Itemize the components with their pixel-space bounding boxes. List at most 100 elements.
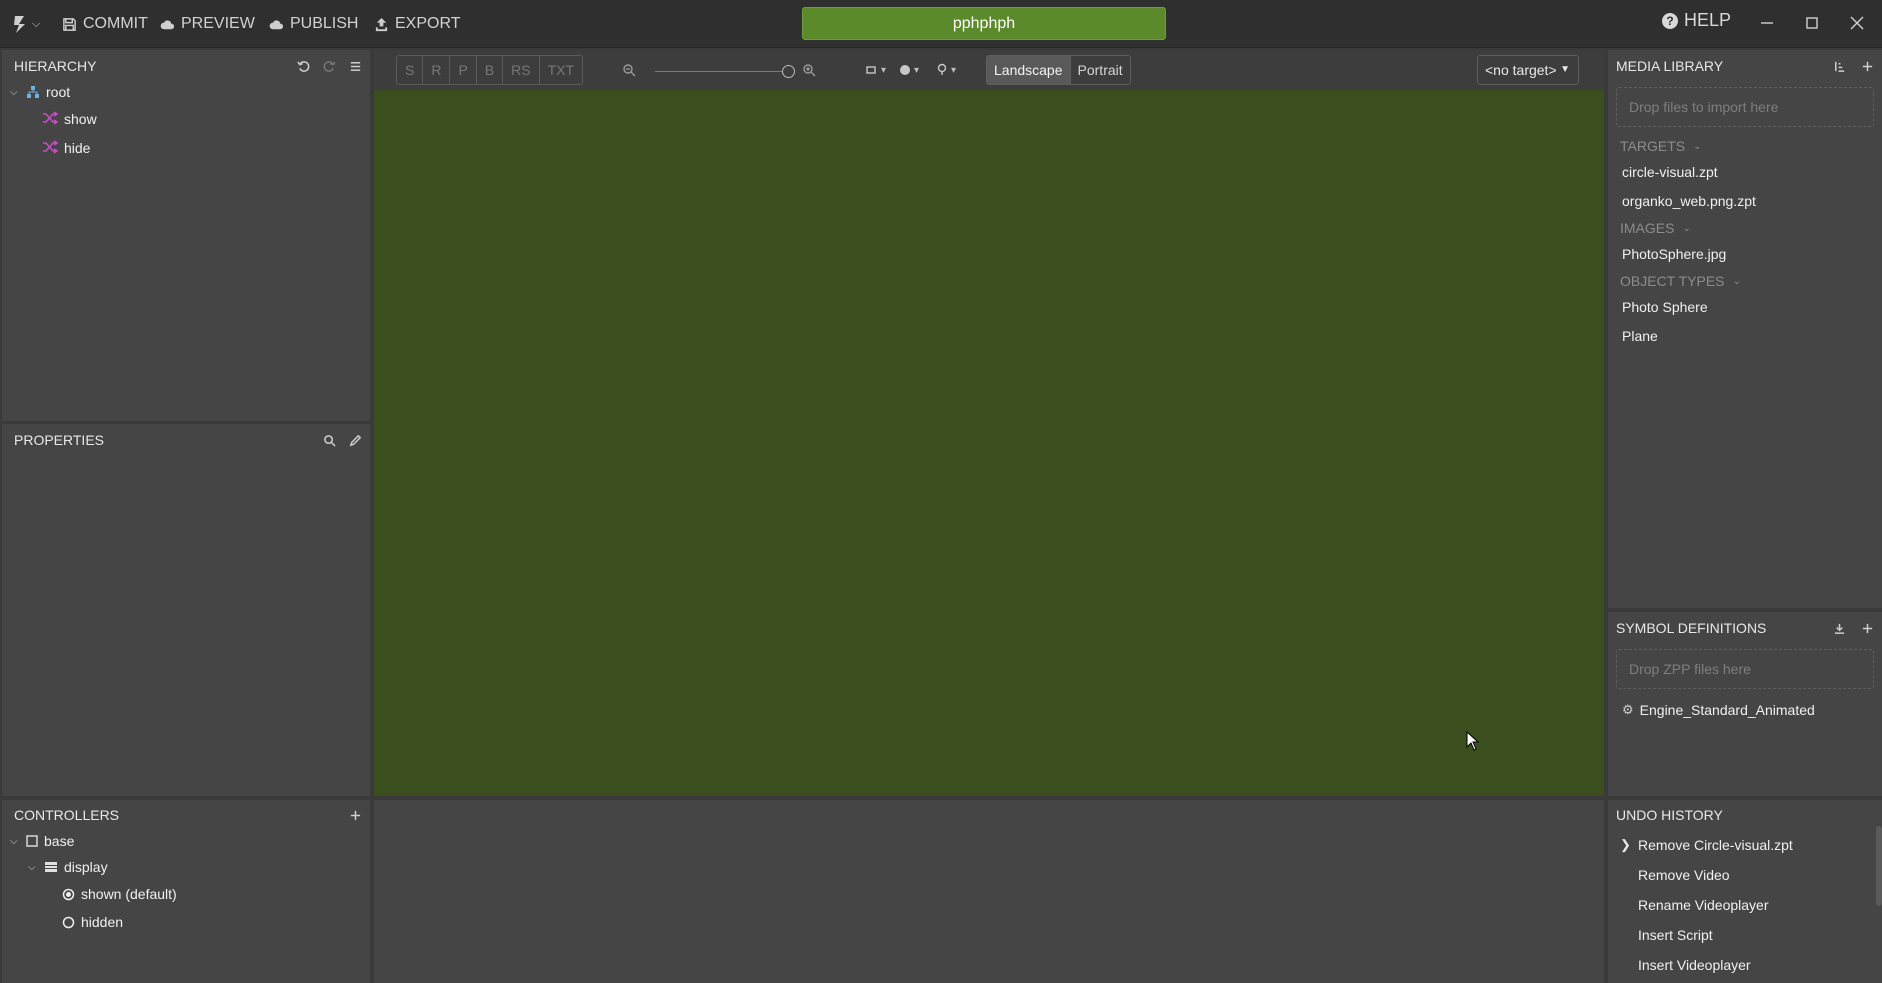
tree-item-show[interactable]: show bbox=[42, 108, 97, 130]
media-drop-zone[interactable]: Drop files to import here bbox=[1616, 87, 1874, 127]
history-item-current[interactable]: ❯ Remove Circle-visual.zpt bbox=[1608, 830, 1882, 860]
export-button[interactable]: EXPORT bbox=[374, 13, 461, 35]
transform-mode-group: S R P B RS TXT bbox=[396, 55, 584, 85]
hierarchy-header: HIERARCHY bbox=[2, 50, 370, 82]
history-item[interactable]: Insert Videoplayer bbox=[1608, 950, 1882, 980]
add-icon[interactable] bbox=[1860, 59, 1874, 73]
pencil-icon[interactable] bbox=[348, 433, 362, 447]
state-shown[interactable]: shown (default) bbox=[62, 883, 177, 905]
minimize-button[interactable] bbox=[1752, 8, 1782, 38]
chevron-down-icon[interactable]: ⌵ bbox=[10, 836, 20, 847]
target-select[interactable]: <no target> ▼ bbox=[1477, 55, 1579, 85]
chevron-down-icon[interactable]: ⌵ bbox=[10, 87, 20, 98]
state-hidden[interactable]: hidden bbox=[62, 911, 123, 933]
device-frame-dropdown[interactable]: ▾ bbox=[865, 61, 886, 79]
orientation-toggle: Landscape Portrait bbox=[986, 55, 1131, 85]
preview-button[interactable]: PREVIEW bbox=[160, 13, 255, 35]
zpp-drop-zone[interactable]: Drop ZPP files here bbox=[1616, 649, 1874, 689]
history-item[interactable]: Rename Videoplayer bbox=[1608, 890, 1882, 920]
properties-header: PROPERTIES bbox=[2, 424, 370, 456]
device-icon bbox=[866, 66, 876, 74]
chevron-down-icon: ⌄ bbox=[1732, 275, 1741, 287]
controller-base[interactable]: ⌵ base bbox=[10, 830, 74, 852]
radio-selected-icon bbox=[62, 888, 75, 900]
mode-b-button[interactable]: B bbox=[477, 56, 504, 84]
mode-rs-button[interactable]: RS bbox=[503, 56, 540, 84]
media-item[interactable]: Plane bbox=[1608, 321, 1882, 350]
section-label: OBJECT TYPES bbox=[1620, 273, 1725, 289]
zoom-out-icon[interactable] bbox=[622, 61, 636, 79]
maximize-button[interactable] bbox=[1797, 8, 1827, 38]
download-icon[interactable] bbox=[1832, 621, 1846, 635]
undo-history-header: UNDO HISTORY bbox=[1608, 800, 1882, 830]
close-button[interactable] bbox=[1842, 8, 1872, 38]
targets-section-toggle[interactable]: TARGETS ⌄ bbox=[1608, 135, 1882, 157]
publish-button[interactable]: PUBLISH bbox=[269, 13, 358, 35]
help-label: HELP bbox=[1684, 10, 1732, 30]
object-types-section-toggle[interactable]: OBJECT TYPES ⌄ bbox=[1608, 270, 1882, 292]
history-scrollbar[interactable] bbox=[1876, 826, 1882, 906]
history-label: Remove Circle-visual.zpt bbox=[1638, 837, 1793, 853]
media-item[interactable]: Photo Sphere bbox=[1608, 292, 1882, 321]
tree-item-hide[interactable]: hide bbox=[42, 137, 90, 159]
media-item[interactable]: circle-visual.zpt bbox=[1608, 157, 1882, 186]
top-bar: ⌵ COMMIT PREVIEW PUBLISH EXPORT pphphph … bbox=[0, 0, 1882, 48]
commit-button[interactable]: COMMIT bbox=[62, 13, 148, 35]
controllers-title: CONTROLLERS bbox=[14, 807, 120, 823]
history-item[interactable]: Insert Script bbox=[1608, 920, 1882, 950]
mode-p-button[interactable]: P bbox=[450, 56, 477, 84]
zoom-slider[interactable] bbox=[655, 71, 785, 72]
add-icon[interactable] bbox=[348, 808, 362, 822]
caret-down-icon: ▼ bbox=[1560, 64, 1570, 75]
zoom-in-icon[interactable] bbox=[802, 61, 816, 79]
project-name-button[interactable]: pphphph bbox=[802, 7, 1166, 40]
undo-icon[interactable] bbox=[296, 59, 310, 73]
help-button[interactable]: ? HELP bbox=[1662, 10, 1731, 31]
square-icon bbox=[26, 835, 38, 847]
undo-history-panel: UNDO HISTORY ❯ Remove Circle-visual.zpt … bbox=[1608, 800, 1882, 983]
chevron-down-icon: ⌄ bbox=[1693, 140, 1702, 152]
maximize-icon bbox=[1806, 17, 1818, 29]
symbol-definitions-title: SYMBOL DEFINITIONS bbox=[1616, 620, 1767, 636]
mouse-cursor-icon bbox=[1466, 731, 1480, 751]
zoom-slider-handle[interactable] bbox=[782, 65, 795, 78]
save-icon bbox=[63, 17, 76, 31]
media-item[interactable]: organko_web.png.zpt bbox=[1608, 186, 1882, 215]
scene-viewport[interactable] bbox=[374, 90, 1604, 796]
chevron-down-icon: ⌄ bbox=[1682, 222, 1691, 234]
redo-icon[interactable] bbox=[322, 59, 336, 73]
chevron-right-icon: ❯ bbox=[1620, 837, 1631, 852]
menu-icon[interactable] bbox=[348, 59, 362, 73]
sort-icon[interactable] bbox=[1832, 59, 1846, 73]
tree-item-label: root bbox=[46, 84, 71, 100]
images-section-toggle[interactable]: IMAGES ⌄ bbox=[1608, 217, 1882, 239]
lighting-dropdown[interactable]: ▾ bbox=[935, 61, 956, 79]
controller-display[interactable]: ⌵ display bbox=[28, 856, 108, 878]
shuffle-icon bbox=[42, 139, 59, 157]
symbol-definitions-panel: SYMBOL DEFINITIONS Drop ZPP files here ⚙… bbox=[1608, 612, 1882, 796]
target-select-value: <no target> bbox=[1485, 62, 1557, 78]
environment-dropdown[interactable]: ▾ bbox=[898, 61, 919, 79]
mode-s-button[interactable]: S bbox=[397, 56, 424, 84]
controller-label: display bbox=[64, 859, 108, 875]
search-icon[interactable] bbox=[322, 433, 336, 447]
mode-r-button[interactable]: R bbox=[423, 56, 451, 84]
controllers-header: CONTROLLERS bbox=[2, 800, 370, 830]
symbol-item[interactable]: ⚙ Engine_Standard_Animated bbox=[1608, 695, 1882, 724]
tree-item-label: show bbox=[64, 111, 97, 127]
portrait-button[interactable]: Portrait bbox=[1069, 56, 1130, 84]
chevron-down-icon[interactable]: ⌵ bbox=[28, 862, 38, 873]
question-icon: ? bbox=[1662, 12, 1678, 29]
lightbulb-icon bbox=[937, 63, 947, 75]
timeline-panel[interactable] bbox=[374, 800, 1604, 983]
landscape-button[interactable]: Landscape bbox=[987, 56, 1070, 84]
add-icon[interactable] bbox=[1860, 621, 1874, 635]
publish-label: PUBLISH bbox=[290, 15, 359, 32]
history-item[interactable]: Remove Video bbox=[1608, 860, 1882, 890]
preview-label: PREVIEW bbox=[181, 15, 255, 32]
tree-item-root[interactable]: ⌵ root bbox=[10, 81, 70, 103]
chevron-down-icon: ⌵ bbox=[32, 17, 41, 30]
app-menu-button[interactable]: ⌵ bbox=[12, 12, 40, 36]
media-item[interactable]: PhotoSphere.jpg bbox=[1608, 239, 1882, 268]
mode-txt-button[interactable]: TXT bbox=[540, 56, 582, 84]
